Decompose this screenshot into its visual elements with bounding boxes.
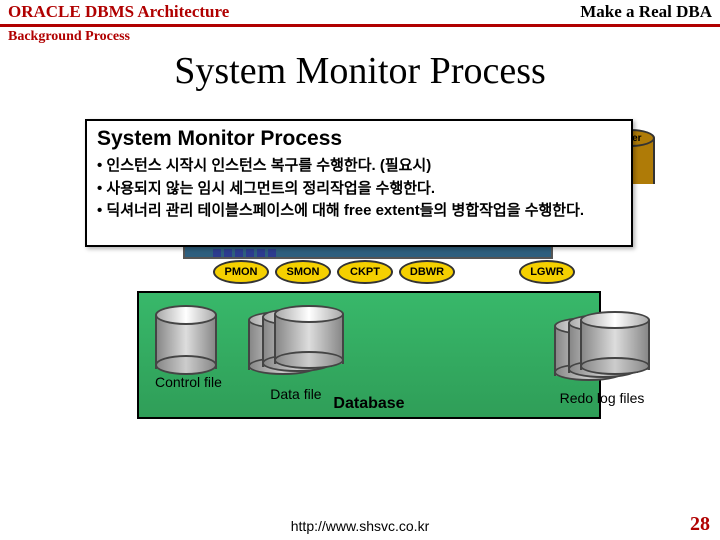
process-dbwr: DBWR xyxy=(399,260,455,284)
callout-item-1: • 사용되지 않는 임시 세그먼트의 정리작업을 수행한다. xyxy=(97,178,621,201)
header-left: ORACLE DBMS Architecture xyxy=(8,2,229,22)
process-pmon: PMON xyxy=(213,260,269,284)
process-row: PMON SMON CKPT DBWR LGWR xyxy=(213,260,613,284)
buffer-squares xyxy=(213,249,276,257)
footer-url: http://www.shsvc.co.kr xyxy=(0,518,720,534)
database-label: Database xyxy=(139,395,599,413)
diagram: Log er System Monitor Process • 인스턴스 시작시… xyxy=(55,111,665,419)
control-file-cyl: Control file xyxy=(155,305,222,390)
callout-title: System Monitor Process xyxy=(97,127,621,151)
slide-header: ORACLE DBMS Architecture Make a Real DBA xyxy=(0,0,720,27)
redo-log-cyl: Redo log files xyxy=(547,311,657,406)
callout-box: System Monitor Process • 인스턴스 시작시 인스턴스 복… xyxy=(85,119,633,247)
data-file-cyl: Data file xyxy=(248,305,344,402)
process-ckpt: CKPT xyxy=(337,260,393,284)
process-smon: SMON xyxy=(275,260,331,284)
header-sub: Background Process xyxy=(0,27,720,47)
page-title: System Monitor Process xyxy=(0,49,720,93)
callout-item-2: • 딕셔너리 관리 테이블스페이스에 대해 free extent들의 병합작업… xyxy=(97,200,621,223)
page-number: 28 xyxy=(690,513,710,536)
control-file-label: Control file xyxy=(155,375,222,390)
redo-log-label: Redo log files xyxy=(547,391,657,406)
process-lgwr: LGWR xyxy=(519,260,575,284)
header-right: Make a Real DBA xyxy=(580,2,712,22)
database-box: Control file Data file Database xyxy=(137,291,601,419)
callout-item-0: • 인스턴스 시작시 인스턴스 복구를 수행한다. (필요시) xyxy=(97,155,621,178)
